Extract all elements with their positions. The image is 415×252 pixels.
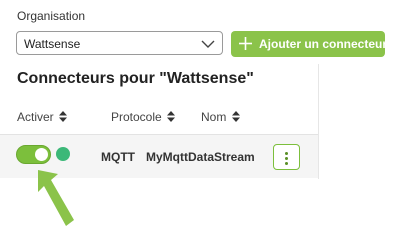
organisation-select[interactable]: Wattsense: [16, 31, 223, 55]
kebab-dot: [285, 162, 288, 165]
column-header-nom[interactable]: Nom: [201, 110, 240, 125]
enable-toggle[interactable]: [16, 145, 51, 164]
status-indicator: [56, 147, 70, 161]
name-cell: MyMqttDataStream: [146, 150, 255, 164]
sort-icon: [231, 110, 240, 125]
more-actions-button[interactable]: [273, 144, 300, 170]
sort-icon: [167, 110, 176, 125]
column-header-activer-label: Activer: [17, 110, 54, 124]
sort-icon: [59, 110, 68, 125]
protocol-cell: MQTT: [101, 150, 135, 164]
add-connector-button[interactable]: Ajouter un connecteur: [231, 31, 388, 57]
add-connector-label: Ajouter un connecteur: [259, 37, 388, 51]
kebab-dot: [285, 157, 288, 160]
organisation-select-value: Wattsense: [24, 37, 81, 51]
column-header-activer[interactable]: Activer: [17, 110, 68, 125]
column-header-nom-label: Nom: [201, 110, 227, 124]
organisation-label: Organisation: [17, 9, 86, 23]
chevron-down-icon: [201, 38, 215, 52]
column-header-protocole-label: Protocole: [111, 110, 162, 124]
pointer-arrow-icon: [30, 168, 80, 235]
column-header-protocole[interactable]: Protocole: [111, 110, 176, 125]
panel-title: Connecteurs pour "Wattsense": [17, 70, 254, 87]
kebab-dot: [285, 152, 288, 155]
plus-icon: [239, 37, 252, 53]
toggle-knob: [35, 148, 48, 161]
